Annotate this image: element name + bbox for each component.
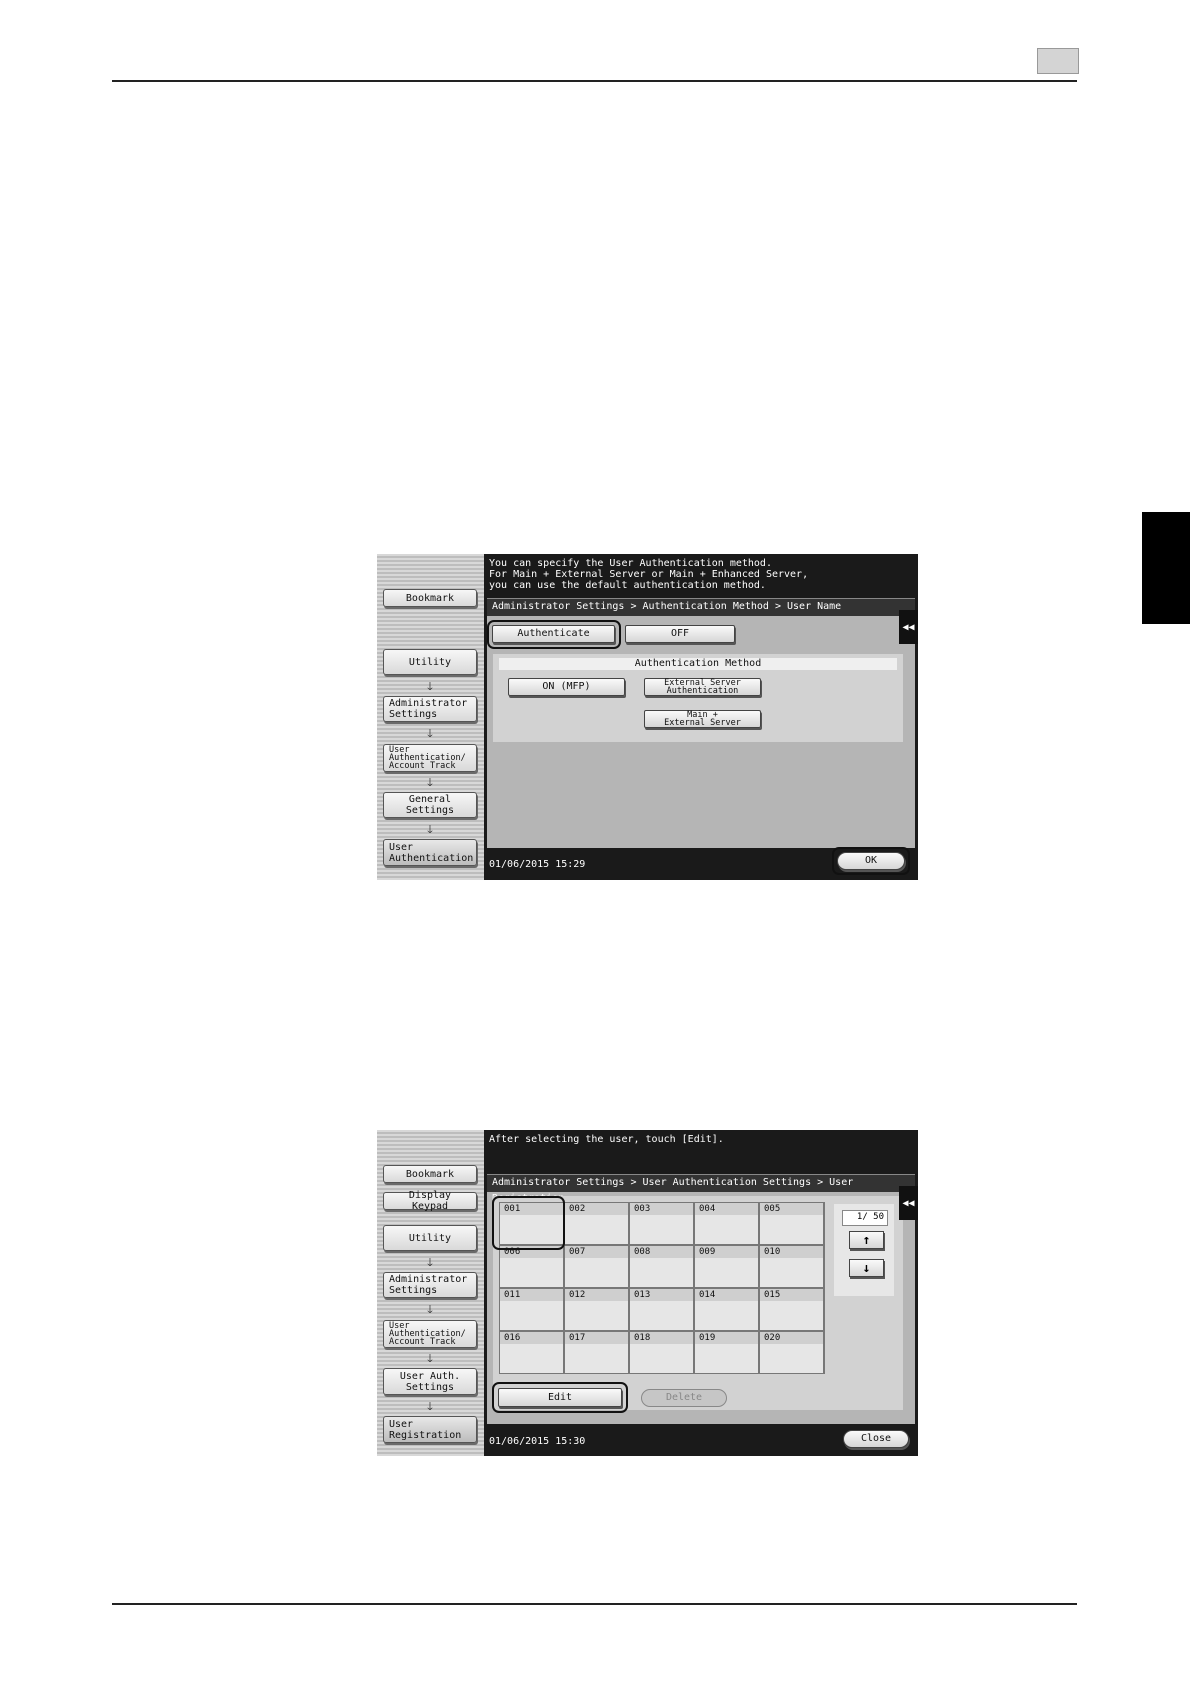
user-box-number: 016 — [500, 1332, 563, 1344]
breadcrumb: Administrator Settings > User Authentica… — [487, 1174, 915, 1204]
user-box-cell[interactable]: 004 — [695, 1203, 758, 1244]
chapter-tab — [1142, 512, 1190, 624]
page-number-box — [1037, 48, 1079, 74]
user-box-number: 020 — [760, 1332, 823, 1344]
user-box-number: 005 — [760, 1203, 823, 1215]
user-box-cell[interactable]: 012 — [565, 1289, 628, 1330]
user-box-number: 013 — [630, 1289, 693, 1301]
screenshot-authentication-method: Bookmark Utility 🡓 Administrator Setting… — [377, 554, 918, 880]
user-box-cell[interactable]: 019 — [695, 1332, 758, 1373]
user-box-number: 003 — [630, 1203, 693, 1215]
user-box-number: 018 — [630, 1332, 693, 1344]
nav-user-auth-settings-button[interactable]: User Auth. Settings — [383, 1368, 477, 1395]
user-box-cell[interactable]: 010 — [760, 1246, 823, 1287]
down-arrow-icon: 🡓 — [427, 1352, 433, 1365]
nav-administrator-settings-button[interactable]: Administrator Settings — [383, 696, 477, 722]
user-box-cell[interactable]: 016 — [500, 1332, 563, 1373]
user-box-cell[interactable]: 015 — [760, 1289, 823, 1330]
close-button[interactable]: Close — [843, 1430, 909, 1448]
nav-user-authentication-account-track-button[interactable]: User Authentication/ Account Track — [383, 744, 477, 772]
nav-utility-button[interactable]: Utility — [383, 649, 477, 675]
user-box-cell[interactable]: 017 — [565, 1332, 628, 1373]
nav-user-registration-button[interactable]: User Registration — [383, 1416, 477, 1443]
user-box-number: 007 — [565, 1246, 628, 1258]
display-keypad-button[interactable]: Display Keypad — [383, 1190, 477, 1212]
footer-rule — [112, 1603, 1077, 1605]
selected-cell-highlight — [492, 1196, 565, 1250]
breadcrumb: Administrator Settings > Authentication … — [487, 598, 915, 616]
user-box-number: 002 — [565, 1203, 628, 1215]
user-box-cell[interactable]: 005 — [760, 1203, 823, 1244]
user-box-number: 009 — [695, 1246, 758, 1258]
user-box-cell[interactable]: 008 — [630, 1246, 693, 1287]
user-box-number: 011 — [500, 1289, 563, 1301]
user-box-number: 010 — [760, 1246, 823, 1258]
authenticate-button[interactable]: Authenticate — [492, 625, 615, 643]
user-box-number: 012 — [565, 1289, 628, 1301]
datetime-display: 01/06/2015 15:30 — [489, 1436, 586, 1447]
bookmark-button[interactable]: Bookmark — [383, 589, 477, 607]
user-box-cell[interactable]: 006 — [500, 1246, 563, 1287]
nav-user-authentication-account-track-button[interactable]: User Authentication/ Account Track — [383, 1320, 477, 1348]
page-indicator: 1/ 50 — [842, 1210, 888, 1226]
user-box-cell[interactable]: 002 — [565, 1203, 628, 1244]
down-arrow-icon: 🡓 — [427, 1303, 433, 1316]
bookmark-button[interactable]: Bookmark — [383, 1165, 477, 1183]
page-up-arrow-icon[interactable]: ↑ — [849, 1231, 884, 1249]
user-box-cell[interactable]: 013 — [630, 1289, 693, 1330]
user-box-cell[interactable]: 003 — [630, 1203, 693, 1244]
collapse-panel-icon[interactable]: ◀◀ — [899, 610, 918, 644]
down-arrow-icon: 🡓 — [427, 823, 433, 836]
user-box-cell[interactable]: 011 — [500, 1289, 563, 1330]
screenshot-user-registration: Bookmark Display Keypad Utility 🡓 Admini… — [377, 1130, 918, 1456]
authentication-method-heading: Authentication Method — [499, 658, 897, 670]
external-server-authentication-button[interactable]: External Server Authentication — [644, 678, 761, 696]
down-arrow-icon: 🡓 — [427, 776, 433, 789]
header-rule — [112, 80, 1077, 82]
user-box-number: 014 — [695, 1289, 758, 1301]
collapse-panel-icon[interactable]: ◀◀ — [899, 1186, 918, 1220]
on-mfp-button[interactable]: ON (MFP) — [508, 678, 625, 696]
down-arrow-icon: 🡓 — [427, 1256, 433, 1269]
nav-utility-button[interactable]: Utility — [383, 1225, 477, 1251]
main-external-server-button[interactable]: Main + External Server — [644, 710, 761, 728]
user-box-cell[interactable]: 014 — [695, 1289, 758, 1330]
user-box-cell[interactable]: 020 — [760, 1332, 823, 1373]
user-box-number: 019 — [695, 1332, 758, 1344]
down-arrow-icon: 🡓 — [427, 1400, 433, 1413]
user-box-number: 008 — [630, 1246, 693, 1258]
user-box-cell[interactable]: 009 — [695, 1246, 758, 1287]
instruction-message: After selecting the user, touch [Edit]. — [489, 1134, 724, 1145]
user-box-number: 017 — [565, 1332, 628, 1344]
delete-button[interactable]: Delete — [641, 1389, 727, 1407]
page-down-arrow-icon[interactable]: ↓ — [849, 1259, 884, 1277]
user-box-cell[interactable]: 007 — [565, 1246, 628, 1287]
down-arrow-icon: 🡓 — [427, 680, 433, 693]
ok-button[interactable]: OK — [837, 852, 905, 870]
user-box-number: 015 — [760, 1289, 823, 1301]
edit-button[interactable]: Edit — [498, 1388, 622, 1407]
user-box-cell[interactable]: 018 — [630, 1332, 693, 1373]
off-button[interactable]: OFF — [625, 625, 735, 643]
nav-user-authentication-button[interactable]: User Authentication — [383, 839, 477, 866]
nav-general-settings-button[interactable]: General Settings — [383, 792, 477, 818]
user-box-number: 004 — [695, 1203, 758, 1215]
datetime-display: 01/06/2015 15:29 — [489, 859, 586, 870]
instruction-message: You can specify the User Authentication … — [489, 558, 809, 591]
down-arrow-icon: 🡓 — [427, 727, 433, 740]
nav-administrator-settings-button[interactable]: Administrator Settings — [383, 1272, 477, 1298]
